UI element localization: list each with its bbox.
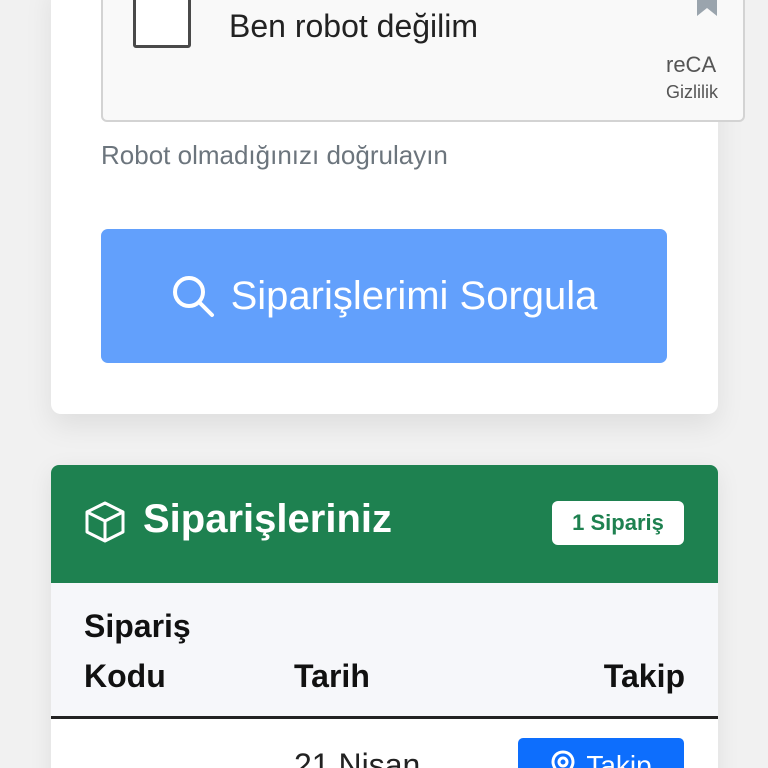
column-header-track: Takip	[603, 658, 685, 694]
track-order-button[interactable]: Takip	[518, 738, 684, 768]
box-icon	[85, 501, 125, 543]
orders-header: Siparişleriniz 1 Sipariş	[51, 465, 718, 583]
column-header-code: Sipariş Kodu	[84, 608, 191, 694]
table-row: 21 Nisan Takip	[51, 719, 718, 768]
orders-card: Siparişleriniz 1 Sipariş Sipariş Kodu Ta…	[51, 465, 718, 768]
orders-title: Siparişleriniz	[143, 497, 392, 541]
column-header-date: Tarih	[294, 658, 370, 694]
recaptcha-checkbox[interactable]	[133, 0, 191, 48]
recaptcha-logo-icon	[697, 0, 717, 16]
search-icon	[172, 276, 214, 317]
order-query-form-card: Ben robot değilim reCA Gizlilik Robot ol…	[51, 0, 745, 414]
orders-table-header: Sipariş Kodu Tarih Takip	[51, 583, 718, 719]
query-orders-button[interactable]: Siparişlerimi Sorgula	[101, 229, 667, 363]
recaptcha-hint: Robot olmadığınızı doğrulayın	[101, 140, 448, 170]
recaptcha-widget: Ben robot değilim reCA Gizlilik	[101, 0, 745, 122]
location-pin-icon	[551, 750, 575, 768]
recaptcha-brand: reCA	[666, 52, 717, 77]
recaptcha-privacy-link[interactable]: Gizlilik	[666, 82, 718, 103]
page: Ben robot değilim reCA Gizlilik Robot ol…	[0, 0, 768, 768]
track-order-button-label: Takip	[586, 750, 652, 768]
query-orders-button-label: Siparişlerimi Sorgula	[230, 273, 598, 318]
order-date-cell: 21 Nisan	[294, 747, 421, 768]
orders-count-badge: 1 Sipariş	[552, 501, 684, 545]
recaptcha-label: Ben robot değilim	[229, 8, 479, 44]
